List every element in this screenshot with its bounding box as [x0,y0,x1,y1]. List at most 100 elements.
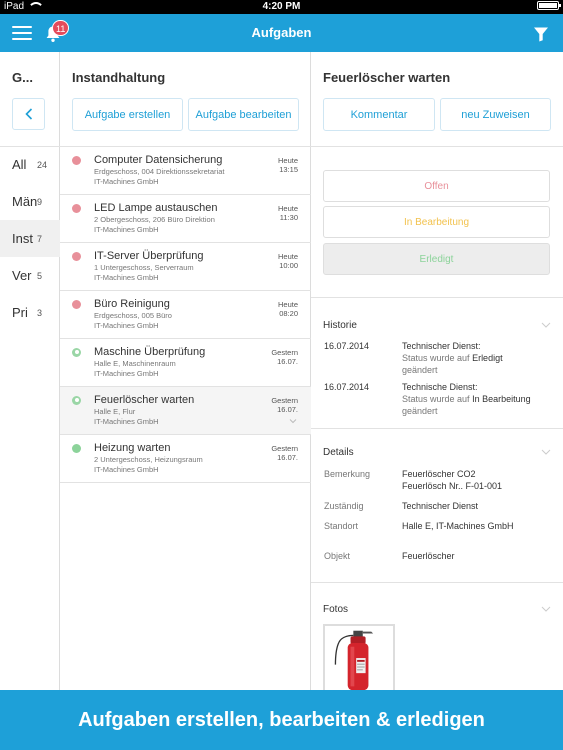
group-count: 24 [37,159,48,170]
detail-key: Objekt [324,551,351,561]
task-name: Maschine Überprüfung [94,346,206,358]
task-day: Gestern [271,396,298,405]
task-location: Halle E, Flur [94,407,136,416]
task-company: IT-Machines GmbH [94,273,159,282]
divider [311,428,563,429]
task-company: IT-Machines GmbH [94,177,159,186]
back-button[interactable] [12,98,45,130]
chevron-down-icon[interactable] [541,449,551,455]
status-dot [72,156,81,165]
task-time: 11:30 [279,213,298,222]
group-item-all[interactable]: All 24 [0,146,60,183]
nav-bar: 11 Aufgaben [0,14,563,52]
status-done-button[interactable]: Erledigt [323,243,550,275]
history-title: Historie [323,320,357,331]
groups-title: G... [12,70,33,85]
chevron-down-icon[interactable] [541,322,551,328]
filter-icon[interactable] [533,26,549,42]
reassign-button[interactable]: neu Zuweisen [440,98,551,131]
detail-value: Technischer Dienst [402,501,479,511]
group-count: 3 [37,307,43,318]
task-location: 1 Untergeschoss, Serverraum [94,263,194,272]
group-label: Män [12,194,38,209]
group-label: All [12,157,27,172]
detail-value: Feuerlöscher [402,551,455,561]
status-dot [72,252,81,261]
divider [311,297,563,298]
details-title: Details [323,447,354,458]
edit-task-button[interactable]: Aufgabe bearbeiten [188,98,299,131]
group-item-inst[interactable]: Inst 7 [0,220,60,257]
task-company: IT-Machines GmbH [94,465,159,474]
history-date: 16.07.2014 [324,341,370,351]
task-name: LED Lampe austauschen [94,202,218,214]
history-text: Status wurde auf In Bearbeitung geändert [402,393,550,417]
group-item-pri[interactable]: Pri 3 [0,294,60,331]
app-frame: iPad 4:20 PM 11 Aufgaben G... All 24 Män… [0,0,563,750]
task-company: IT-Machines GmbH [94,225,159,234]
fire-extinguisher-photo[interactable] [323,624,395,690]
task-time: 16.07. [277,405,298,414]
group-count: 5 [37,270,43,281]
task-name: Heizung warten [94,442,171,454]
task-row[interactable]: Büro Reinigung Erdgeschoss, 005 Büro IT-… [60,291,311,339]
history-status: In Bearbeitung [472,394,531,404]
detail-key: Standort [324,521,359,531]
user-icon [72,396,81,405]
detail-value: Halle E, IT-Machines GmbH [402,521,514,531]
history-text-suffix: geändert [402,406,438,416]
task-location: 2 Obergeschoss, 206 Büro Direktion [94,215,215,224]
comment-button[interactable]: Kommentar [323,98,435,131]
task-name: Computer Datensicherung [94,154,223,166]
chevron-left-icon [24,108,32,120]
group-count: 7 [37,233,43,244]
remark-line: Feuerlöscher CO2 [402,469,476,479]
group-label: Ver [12,268,32,283]
task-row[interactable]: LED Lampe austauschen 2 Obergeschoss, 20… [60,195,311,243]
task-day: Heute [277,300,298,309]
task-time: 10:00 [279,261,298,270]
task-time: 16.07. [277,453,298,462]
group-item-maen[interactable]: Män 9 [0,183,60,220]
status-dot [72,204,81,213]
create-task-button[interactable]: Aufgabe erstellen [72,98,183,131]
status-right [537,1,561,10]
task-row[interactable]: Maschine Überprüfung Halle E, Maschinenr… [60,339,311,387]
status-open-button[interactable]: Offen [323,170,550,202]
detail-key: Bemerkung [324,469,371,479]
task-row[interactable]: Heizung warten 2 Untergeschoss, Heizungs… [60,435,311,483]
task-day: Heute [277,204,298,213]
task-day: Heute [277,252,298,261]
divider [311,146,563,147]
history-status: Erledigt [472,353,503,363]
task-time: 08:20 [279,309,298,318]
task-time: 13:15 [279,165,298,174]
history-author: Technische Dienst: [402,382,478,392]
task-location: Erdgeschoss, 005 Büro [94,311,172,320]
status-progress-button[interactable]: In Bearbeitung [323,206,550,238]
task-day: Gestern [271,348,298,357]
tasks-title: Instandhaltung [72,70,166,85]
divider [311,582,563,583]
task-company: IT-Machines GmbH [94,417,159,426]
task-row[interactable]: Computer Datensicherung Erdgeschoss, 004… [60,147,311,195]
task-name: IT-Server Überprüfung [94,250,204,262]
battery-icon [537,1,561,10]
task-time: 16.07. [277,357,298,366]
group-count: 9 [37,196,43,207]
history-text-suffix: geändert [402,365,438,375]
task-company: IT-Machines GmbH [94,321,159,330]
task-row-selected[interactable]: Feuerlöscher warten Halle E, Flur IT-Mac… [60,387,311,435]
groups-panel: G... All 24 Män 9 Inst 7 Ver 5 Pri 3 [0,52,60,690]
group-item-ver[interactable]: Ver 5 [0,257,60,294]
history-text: Status wurde auf Erledigt geändert [402,352,550,376]
task-day: Gestern [271,444,298,453]
task-name: Büro Reinigung [94,298,170,310]
page-title: Aufgaben [251,25,312,40]
history-text-prefix: Status wurde auf [402,394,470,404]
status-time: 4:20 PM [262,1,301,12]
chevron-down-icon[interactable] [541,606,551,612]
history-date: 16.07.2014 [324,382,370,392]
history-author: Technischer Dienst: [402,341,481,351]
task-row[interactable]: IT-Server Überprüfung 1 Untergeschoss, S… [60,243,311,291]
